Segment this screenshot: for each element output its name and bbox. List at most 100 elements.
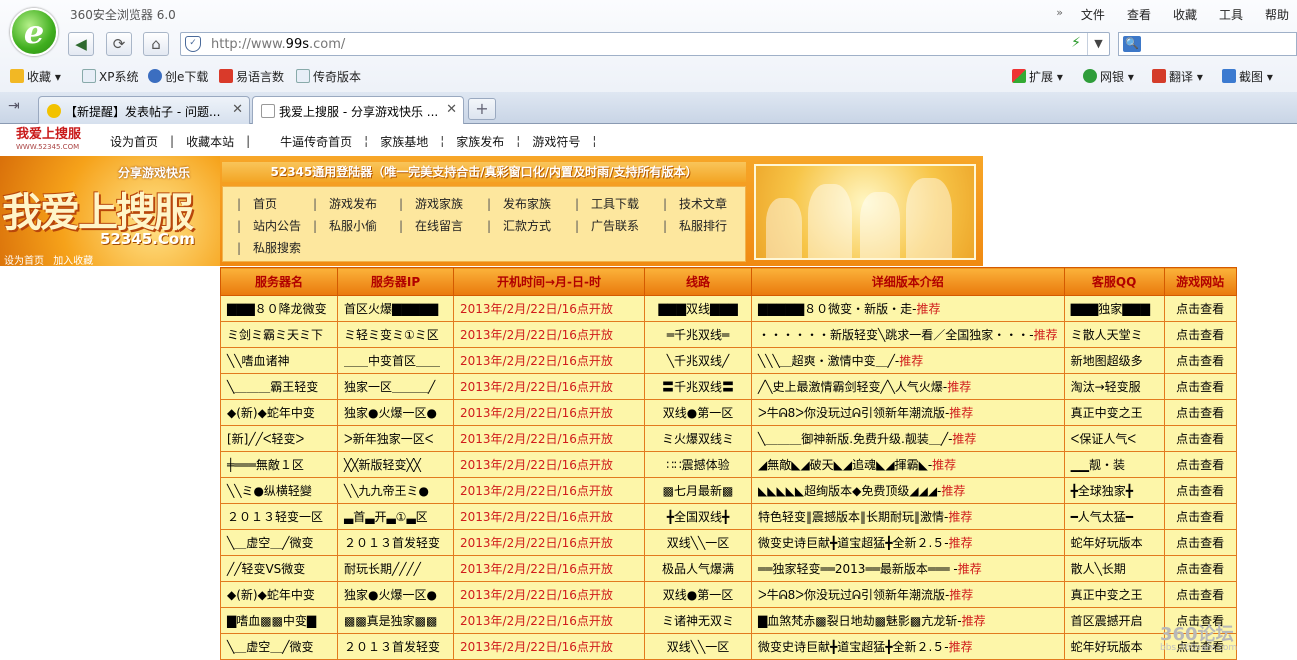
menu-guestbook[interactable]: 在线留言: [399, 217, 463, 234]
view-site-link[interactable]: 点击查看: [1163, 581, 1237, 608]
screenshot-button[interactable]: 截图 ▾: [1222, 68, 1273, 85]
server-name-cell[interactable]: ２０１３轻变一区: [220, 503, 338, 530]
menu-tool-download[interactable]: 工具下载: [575, 195, 639, 212]
server-name-cell[interactable]: ╱╱轻变VS微变: [220, 555, 338, 582]
view-site-link[interactable]: 点击查看: [1163, 399, 1237, 426]
new-tab-button[interactable]: +: [468, 98, 496, 120]
address-bar[interactable]: ✓ http://www.99s.com/ ⚡ ▼: [180, 32, 1110, 56]
version-desc-cell: ・・・・・・新版轻变╲跳求一看／全国独家・・・-推荐: [751, 321, 1065, 348]
server-name-cell[interactable]: ミ剑ミ霸ミ天ミ下: [220, 321, 338, 348]
server-name-cell[interactable]: ◆(新)◆蛇年中变: [220, 399, 338, 426]
header-version-details: 详细版本介绍: [751, 267, 1065, 296]
nav-legend-home[interactable]: 牛逼传奇首页: [250, 133, 364, 150]
server-name-cell[interactable]: ╲＿虚空＿╱微变: [220, 529, 338, 556]
server-ip-cell: 耐玩长期╱╱╱╱: [337, 555, 454, 582]
server-name-cell[interactable]: ◆(新)◆蛇年中变: [220, 581, 338, 608]
table-row: ▇嗜血▩▩中变▇ ▩▩真是独家▩▩ 2013年/2月/22日/16点开放 ミ诸神无双ミ…: [220, 607, 1237, 634]
menu-overflow-chevron-icon[interactable]: »: [1052, 6, 1067, 23]
nav-family-base[interactable]: 家族基地: [368, 133, 440, 150]
menu-file[interactable]: 文件: [1067, 6, 1113, 23]
menu-publish-family[interactable]: 发布家族: [487, 195, 551, 212]
menu-game-family[interactable]: 游戏家族: [399, 195, 463, 212]
menu-server-search[interactable]: 私服搜索: [237, 239, 301, 256]
nav-set-home[interactable]: 设为首页: [98, 133, 170, 150]
tab-active-site[interactable]: 我爱上搜服 - 分享游戏快乐 ... ✕: [252, 96, 464, 124]
search-icon[interactable]: 🔍: [1123, 36, 1141, 52]
favorite-legend-version[interactable]: 传奇版本: [296, 68, 361, 85]
server-ip-cell: 独家一区＿＿＿╱: [337, 373, 454, 400]
translate-button[interactable]: 翻译 ▾: [1152, 68, 1203, 85]
menu-payment[interactable]: 汇款方式: [487, 217, 551, 234]
browser-logo-icon[interactable]: e: [10, 8, 58, 56]
menu-bar: » 文件 查看 收藏 工具 帮助: [1052, 6, 1297, 23]
view-site-link[interactable]: 点击查看: [1163, 555, 1237, 582]
menu-tech-articles[interactable]: 技术文章: [663, 195, 727, 212]
server-name-cell[interactable]: [新]╱╱ᐸ轻变ᐳ: [220, 425, 338, 452]
menu-game-publish[interactable]: 游戏发布: [313, 195, 377, 212]
header-server-name: 服务器名: [220, 267, 338, 296]
favorite-easy-language[interactable]: 易语言数: [219, 68, 284, 85]
view-site-link[interactable]: 点击查看: [1163, 477, 1237, 504]
close-icon[interactable]: ✕: [446, 102, 457, 117]
menu-help[interactable]: 帮助: [1251, 6, 1297, 23]
banner-set-home-link[interactable]: 设为首页: [4, 256, 44, 267]
menu-tools[interactable]: 工具: [1205, 6, 1251, 23]
home-button[interactable]: ⌂: [143, 32, 169, 56]
version-desc-cell: ◢無敵◣◢破天◣◢追魂◣◢揮霸◣-推荐: [751, 451, 1065, 478]
menu-home[interactable]: 首页: [237, 195, 277, 212]
menu-ad-contact[interactable]: 广告联系: [575, 217, 639, 234]
view-site-link[interactable]: 点击查看: [1163, 295, 1237, 322]
shield-icon[interactable]: ✓: [185, 36, 201, 52]
back-button[interactable]: ◀: [68, 32, 94, 56]
table-row: ▇▇▇８０降龙微变 首区火爆▇▇▇▇▇ 2013年/2月/22日/16点开放 ▇▇▇双…: [220, 295, 1237, 322]
search-input[interactable]: 🔍: [1118, 32, 1297, 56]
tab-label: 【新提醒】发表帖子 - 问题...: [65, 105, 221, 119]
view-site-link[interactable]: 点击查看: [1163, 347, 1237, 374]
banner-add-favorite-link[interactable]: 加入收藏: [53, 256, 93, 267]
online-banking-button[interactable]: 网银 ▾: [1083, 68, 1134, 85]
nav-game-symbols[interactable]: 游戏符号: [520, 133, 592, 150]
nav-family-publish[interactable]: 家族发布: [444, 133, 516, 150]
table-row: ╪═══無敵１区 ╳╳新版轻变╳╳ 2013年/2月/22日/16点开放 ∷∷震撼体验…: [220, 451, 1237, 478]
view-site-link[interactable]: 点击查看: [1163, 321, 1237, 348]
menu-view[interactable]: 查看: [1113, 6, 1159, 23]
close-icon[interactable]: ✕: [232, 102, 243, 117]
server-ip-cell: ＿＿中变首区＿＿: [337, 347, 454, 374]
server-name-cell[interactable]: ╲╲ミ●纵横轻變: [220, 477, 338, 504]
server-name-cell[interactable]: ╲╲嗜血诸神: [220, 347, 338, 374]
refresh-button[interactable]: ⟳: [106, 32, 132, 56]
server-name-cell[interactable]: ▇▇▇８０降龙微变: [220, 295, 338, 322]
support-qq-cell: ▁▁靓・装: [1063, 451, 1165, 478]
view-site-link[interactable]: 点击查看: [1163, 451, 1237, 478]
sidebar-toggle-icon[interactable]: ⇥: [8, 98, 20, 114]
server-name-cell[interactable]: ╲＿＿＿霸王轻变: [220, 373, 338, 400]
chevron-down-icon[interactable]: ▼: [1087, 33, 1109, 55]
favorite-xp-system[interactable]: XP系统: [82, 68, 138, 85]
menu-announcements[interactable]: 站内公告: [237, 217, 301, 234]
globe-icon: [148, 69, 162, 83]
site-logo[interactable]: 我爱上搜服 WWW.52345.COM: [16, 128, 98, 154]
menu-favorites[interactable]: 收藏: [1159, 6, 1205, 23]
tab-forum-post[interactable]: 【新提醒】发表帖子 - 问题... ✕: [38, 96, 250, 124]
view-site-link[interactable]: 点击查看: [1163, 425, 1237, 452]
server-ip-cell: ▩▩真是独家▩▩: [337, 607, 454, 634]
server-name-cell[interactable]: ▇嗜血▩▩中变▇: [220, 607, 338, 634]
view-site-link[interactable]: 点击查看: [1163, 373, 1237, 400]
table-row: ２０１３轻变一区 ▃首▃开▃①▃区 2013年/2月/22日/16点开放 ╋全国双线╋…: [220, 503, 1237, 530]
extensions-button[interactable]: 扩展 ▾: [1012, 68, 1063, 85]
line-cell: ╋全国双线╋: [644, 503, 752, 530]
view-site-link[interactable]: 点击查看: [1163, 529, 1237, 556]
banner-headline[interactable]: 52345通用登陆器（唯一完美支持合击/真彩窗口化/内置及时雨/支持所有版本）: [222, 162, 746, 182]
app-icon: [219, 69, 233, 83]
nav-bookmark-site[interactable]: 收藏本站: [174, 133, 246, 150]
menu-server-ranking[interactable]: 私服排行: [663, 217, 727, 234]
url-text[interactable]: http://www.99s.com/: [211, 37, 345, 52]
server-name-cell[interactable]: ╪═══無敵１区: [220, 451, 338, 478]
speed-mode-icon[interactable]: ⚡: [1071, 35, 1081, 51]
favorites-menu[interactable]: 收藏 ▾: [10, 68, 61, 85]
favorite-e-download[interactable]: 创e下载: [148, 68, 208, 85]
server-name-cell[interactable]: ╲＿虚空＿╱微变: [220, 633, 338, 660]
menu-server-thief[interactable]: 私服小偷: [313, 217, 377, 234]
version-desc-cell: ╲╲╲＿超爽・激情中变＿╱-推荐: [751, 347, 1065, 374]
view-site-link[interactable]: 点击查看: [1163, 503, 1237, 530]
